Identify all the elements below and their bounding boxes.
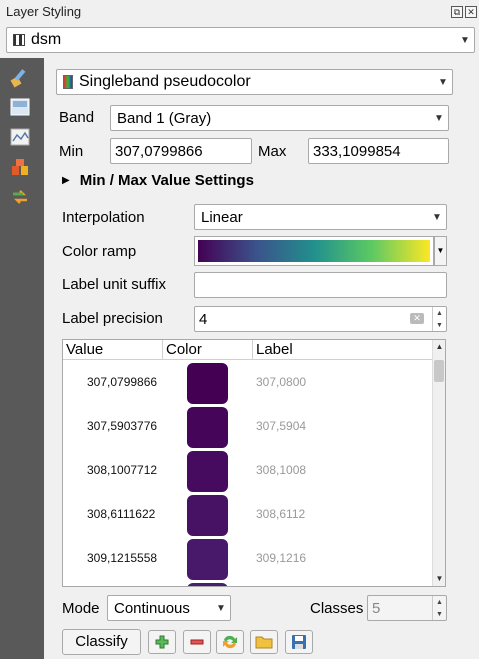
table-row[interactable]: 309,1215558 309,1216 <box>63 536 433 580</box>
precision-spinbox[interactable]: 4 ✕ ▲ ▼ <box>194 306 447 332</box>
max-label: Max <box>258 143 287 160</box>
history-icon[interactable] <box>9 186 31 208</box>
color-ramp-button[interactable] <box>194 236 434 266</box>
layer-name: dsm <box>31 31 62 48</box>
row-value[interactable]: 309,1215558 <box>87 551 157 565</box>
chevron-down-icon: ▼ <box>434 112 444 124</box>
row-label[interactable]: 309,1216 <box>256 551 306 565</box>
row-color-swatch[interactable] <box>187 363 228 404</box>
row-value[interactable]: 308,6111622 <box>87 507 155 521</box>
row-label[interactable]: 308,1008 <box>256 463 306 477</box>
color-ramp-label: Color ramp <box>62 243 137 260</box>
header-color[interactable]: Color <box>163 340 253 359</box>
table-scrollbar[interactable]: ▲ ▼ <box>432 340 445 586</box>
chevron-right-icon: ▶ <box>62 175 70 186</box>
layer-select[interactable]: dsm ▼ <box>6 27 475 53</box>
style-sidebar <box>0 58 44 659</box>
panel-title: Layer Styling <box>6 4 82 19</box>
precision-label: Label precision <box>62 310 163 327</box>
row-color-swatch[interactable] <box>187 583 228 586</box>
row-label[interactable]: 308,6112 <box>256 507 305 521</box>
header-label[interactable]: Label <box>253 340 433 359</box>
save-icon[interactable] <box>285 630 313 654</box>
folder-icon[interactable] <box>250 630 278 654</box>
classes-label: Classes <box>310 600 364 617</box>
remove-icon[interactable] <box>183 630 211 654</box>
renderer-select[interactable]: Singleband pseudocolor ▼ <box>56 69 453 95</box>
band-select[interactable]: Band 1 (Gray) ▼ <box>110 105 449 131</box>
rendering-icon[interactable] <box>9 156 31 178</box>
classes-value: 5 <box>372 599 381 617</box>
classes-spinbox[interactable]: 5 ▲ ▼ <box>367 595 447 621</box>
unit-suffix-input[interactable] <box>194 272 447 298</box>
row-color-swatch[interactable] <box>187 539 228 580</box>
table-row[interactable]: 307,5903776 307,5904 <box>63 404 433 448</box>
min-input[interactable]: 307,0799866 <box>110 138 252 164</box>
chevron-down-icon: ▼ <box>216 602 226 614</box>
band-value: Band 1 (Gray) <box>117 109 212 127</box>
chevron-down-icon: ▼ <box>460 34 470 46</box>
row-value[interactable]: 307,0799866 <box>87 375 157 389</box>
mode-value: Continuous <box>114 599 190 617</box>
mode-select[interactable]: Continuous ▼ <box>107 595 231 621</box>
row-color-swatch[interactable] <box>187 495 228 536</box>
band-label: Band <box>59 109 95 126</box>
precision-value: 4 <box>199 310 208 328</box>
renderer-type: Singleband pseudocolor <box>79 73 251 90</box>
minmax-settings-label: Min / Max Value Settings <box>79 172 254 189</box>
transparency-icon[interactable] <box>9 96 31 118</box>
mode-label: Mode <box>62 600 100 617</box>
color-ramp-preview <box>198 240 430 262</box>
clear-icon[interactable]: ✕ <box>410 313 424 324</box>
reverse-icon[interactable] <box>216 630 244 654</box>
raster-layer-icon <box>13 34 25 46</box>
scroll-up-icon[interactable]: ▲ <box>433 340 445 354</box>
row-color-swatch[interactable] <box>187 451 228 492</box>
unit-suffix-label: Label unit suffix <box>62 276 166 293</box>
spin-arrows[interactable]: ▲ ▼ <box>432 307 446 331</box>
spin-arrows[interactable]: ▲ ▼ <box>432 596 446 620</box>
histogram-icon[interactable] <box>9 126 31 148</box>
paintbrush-icon[interactable] <box>9 66 31 88</box>
table-row[interactable]: 307,0799866 307,0800 <box>63 360 433 404</box>
min-label: Min <box>59 143 84 160</box>
interpolation-value: Linear <box>201 208 243 226</box>
minmax-settings-toggle[interactable]: ▶ Min / Max Value Settings <box>62 172 254 189</box>
row-label[interactable]: 307,5904 <box>256 419 306 433</box>
table-header: Value Color Label <box>63 340 433 360</box>
chevron-down-icon: ▼ <box>438 76 448 88</box>
interpolation-label: Interpolation <box>62 209 145 226</box>
close-icon[interactable]: ✕ <box>465 6 477 18</box>
row-value[interactable]: 308,1007712 <box>87 463 157 477</box>
row-color-swatch[interactable] <box>187 407 228 448</box>
float-icon[interactable]: ⧉ <box>451 6 463 18</box>
scroll-thumb[interactable] <box>434 360 444 382</box>
table-row[interactable] <box>63 580 433 586</box>
scroll-down-icon[interactable]: ▼ <box>433 572 445 586</box>
add-icon[interactable] <box>148 630 176 654</box>
color-ramp-menu-button[interactable]: ▼ <box>434 236 447 266</box>
chevron-down-icon: ▼ <box>432 211 442 223</box>
row-label[interactable]: 307,0800 <box>256 375 306 389</box>
class-table[interactable]: Value Color Label 307,0799866 307,0800 307… <box>62 339 446 587</box>
pseudocolor-icon <box>63 75 73 89</box>
table-row[interactable]: 308,1007712 308,1008 <box>63 448 433 492</box>
max-input[interactable]: 333,1099854 <box>308 138 449 164</box>
table-row[interactable]: 308,6111622 308,6112 <box>63 492 433 536</box>
header-value[interactable]: Value <box>63 340 163 359</box>
row-value[interactable]: 307,5903776 <box>87 419 157 433</box>
classify-button[interactable]: Classify <box>62 629 141 655</box>
interpolation-select[interactable]: Linear ▼ <box>194 204 447 230</box>
